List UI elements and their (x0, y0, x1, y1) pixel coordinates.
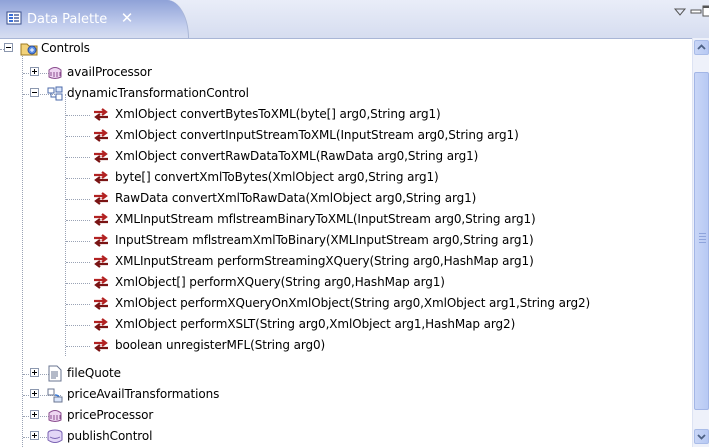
view-title: Data Palette (27, 12, 108, 27)
tree-node-price-processor[interactable]: priceProcessor (0, 405, 690, 426)
tree-node-label: Controls (41, 41, 90, 55)
transform-method-icon (94, 297, 108, 310)
publish-control-icon (47, 429, 63, 443)
tree-connector (66, 157, 90, 158)
tree-node-label: byte[] convertXmlToBytes(XmlObject arg0,… (115, 170, 439, 184)
tree-node-method[interactable]: XmlObject convertRawDataToXML(RawData ar… (0, 146, 690, 167)
tree-node-method[interactable]: XmlObject[] performXQuery(String arg0,Ha… (0, 272, 690, 293)
expand-toggle[interactable] (30, 368, 39, 377)
tree-node-label: XmlObject convertInputStreamToXML(InputS… (115, 128, 519, 142)
transform-method-icon (94, 318, 108, 331)
tree-connector (66, 325, 90, 326)
expand-toggle[interactable] (30, 410, 39, 419)
tree-node-method[interactable]: XmlObject convertInputStreamToXML(InputS… (0, 125, 690, 146)
transformation-control-icon (47, 86, 63, 101)
tree-node-publish-control[interactable]: publishControl (0, 426, 690, 447)
tree-connector (66, 346, 90, 347)
tree-node-label: dynamicTransformationControl (67, 86, 249, 100)
tree-node-controls[interactable]: Controls (0, 38, 690, 59)
scroll-thumb[interactable] (694, 72, 709, 410)
tree-node-method[interactable]: XmlObject performXQueryOnXmlObject(Strin… (0, 293, 690, 314)
tree-connector (66, 262, 90, 263)
data-palette-tab[interactable]: Data Palette ✕ (0, 0, 189, 38)
minimize-icon[interactable] (690, 6, 702, 18)
tree-node-method[interactable]: XMLInputStream performStreamingXQuery(St… (0, 251, 690, 272)
transformations-icon (47, 388, 63, 403)
expand-toggle[interactable] (30, 67, 39, 76)
tree-node-label: XmlObject performXSLT(String arg0,XmlObj… (115, 317, 516, 331)
data-palette-tree: Controls availProcessor dynamicTransform… (0, 38, 692, 447)
transform-method-icon (94, 108, 108, 121)
tree-node-label: XmlObject[] performXQuery(String arg0,Ha… (115, 275, 445, 289)
scroll-down-button[interactable] (694, 429, 709, 444)
processor-control-icon (48, 410, 62, 422)
scroll-up-button[interactable] (694, 40, 709, 55)
transform-method-icon (94, 276, 108, 289)
tree-connector (66, 115, 90, 116)
tree-node-method[interactable]: RawData convertXmlToRawData(XmlObject ar… (0, 188, 690, 209)
thumb-grip (699, 233, 706, 234)
chevron-down-icon[interactable] (673, 6, 687, 18)
transform-method-icon (94, 255, 108, 268)
tree-node-label: XmlObject convertBytesToXML(byte[] arg0,… (115, 107, 441, 121)
tree-node-label: XMLInputStream performStreamingXQuery(St… (115, 254, 534, 268)
tree-node-method[interactable]: XmlObject convertBytesToXML(byte[] arg0,… (0, 104, 690, 125)
vertical-scrollbar[interactable] (692, 38, 709, 447)
transform-method-icon (94, 171, 108, 184)
collapse-toggle[interactable] (30, 88, 39, 97)
tree-node-label: XMLInputStream mflstreamBinaryToXML(Inpu… (115, 212, 536, 226)
file-control-icon (48, 365, 62, 382)
thumb-grip (699, 242, 706, 243)
tree-connector (66, 136, 90, 137)
chevron-up-icon (697, 44, 706, 50)
transform-method-icon (94, 213, 108, 226)
tree-node-label: priceAvailTransformations (67, 387, 220, 401)
tree-node-label: InputStream mflstreamXmlToBinary(XMLInpu… (115, 233, 534, 247)
tree-connector (66, 241, 90, 242)
transform-method-icon (94, 129, 108, 142)
tree-node-method[interactable]: byte[] convertXmlToBytes(XmlObject arg0,… (0, 167, 690, 188)
view-title-bar: Data Palette ✕ (0, 0, 709, 39)
chevron-down-icon (697, 434, 706, 440)
tree-node-label: RawData convertXmlToRawData(XmlObject ar… (115, 191, 477, 205)
tree-node-method[interactable]: XMLInputStream mflstreamBinaryToXML(Inpu… (0, 209, 690, 230)
tree-node-price-avail-transformations[interactable]: priceAvailTransformations (0, 384, 690, 405)
tree-node-method[interactable]: InputStream mflstreamXmlToBinary(XMLInpu… (0, 230, 690, 251)
close-icon[interactable]: ✕ (119, 10, 135, 26)
collapse-toggle[interactable] (4, 43, 13, 52)
transform-method-icon (94, 339, 108, 352)
tree-node-label: XmlObject performXQueryOnXmlObject(Strin… (115, 296, 591, 310)
tree-connector (66, 283, 90, 284)
tree-connector (66, 178, 90, 179)
data-palette-icon (6, 11, 22, 25)
transform-method-icon (94, 192, 108, 205)
tree-connector (66, 199, 90, 200)
tree-node-label: publishControl (67, 429, 153, 443)
thumb-grip (699, 236, 706, 237)
tree-node-label: XmlObject convertRawDataToXML(RawData ar… (115, 149, 479, 163)
expand-toggle[interactable] (30, 389, 39, 398)
tree-node-method[interactable]: XmlObject performXSLT(String arg0,XmlObj… (0, 314, 690, 335)
tree-node-avail-processor[interactable]: availProcessor (0, 62, 690, 83)
tree-node-label: fileQuote (67, 366, 121, 380)
tree-connector (66, 304, 90, 305)
tree-connector (66, 220, 90, 221)
processor-control-icon (48, 67, 62, 79)
tree-node-label: boolean unregisterMFL(String arg0) (115, 338, 326, 352)
tree-node-dynamic-transformation-control[interactable]: dynamicTransformationControl (0, 83, 690, 104)
thumb-grip (699, 239, 706, 240)
tree-node-label: priceProcessor (67, 408, 154, 422)
tree-node-file-quote[interactable]: fileQuote (0, 363, 690, 384)
maximize-icon[interactable] (702, 4, 709, 18)
expand-toggle[interactable] (30, 431, 39, 440)
controls-folder-icon (20, 43, 38, 56)
tree-node-label: availProcessor (67, 65, 152, 79)
tree-node-method[interactable]: boolean unregisterMFL(String arg0) (0, 335, 690, 356)
transform-method-icon (94, 150, 108, 163)
transform-method-icon (94, 234, 108, 247)
